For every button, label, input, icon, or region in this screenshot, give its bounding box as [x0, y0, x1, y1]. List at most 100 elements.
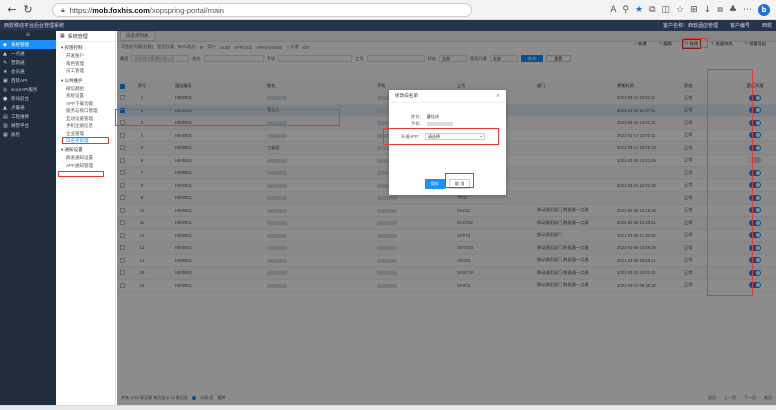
profile-avatar[interactable]: b [758, 4, 770, 16]
app-select[interactable]: 请选择 ▾ [424, 133, 485, 140]
sidebar-item[interactable]: ★ 会员通 [0, 67, 56, 76]
settings-more-icon[interactable]: ⋯ [743, 5, 752, 15]
cancel-button[interactable]: 取 消 [448, 179, 471, 189]
sidebar-item-icon: ▤ [3, 113, 8, 120]
sidebar-item-icon: ▲ [3, 104, 7, 111]
submenu-item[interactable]: APP下载功能 [56, 100, 115, 108]
submenu-group[interactable]: ▾ 公共维护 [56, 75, 115, 85]
translate-icon[interactable]: A [610, 5, 616, 15]
sidebar-item-icon: ▦ [3, 131, 8, 138]
submenu-group[interactable]: ▾ 通知设置 [56, 144, 115, 154]
save-button[interactable]: 保存 [424, 179, 445, 189]
submenu-item[interactable]: 手机注册信息 [56, 122, 115, 130]
sidebar-item-label: 移动前台 [11, 95, 29, 101]
sidebar-item[interactable]: ▲ 点餐通 [0, 103, 56, 112]
dialog-phone-label: 手机： [411, 120, 424, 126]
url-path: /xopspring-portal/main [149, 5, 224, 15]
sidebar-item-label: 营销通 [11, 59, 25, 65]
sidebar-item-label: 会员通 [11, 68, 25, 74]
zoom-icon[interactable]: ⚲ [622, 5, 629, 15]
browser-actions: A ⚲ ★ ⧉ ◫ ☆ ⊞ ↓ ⧇ ♣ ⋯ b [610, 3, 770, 17]
submenu-item[interactable]: 系统设置 [56, 92, 115, 100]
submenu-title: ▦ 系统管理 [56, 31, 115, 42]
submenu: ▦ 系统管理 ▾ 权限控制 开发账户 角色管理 员工管理 ▾ 公共维护 微信群组 系统设置 A… [56, 31, 116, 410]
submenu-item[interactable]: 角色管理 [56, 60, 115, 68]
sidebar-item-label: 西软API [11, 77, 28, 83]
submenu-title-label: 系统管理 [67, 33, 88, 40]
sidebar-item-label: ecoXAPI服务 [11, 86, 38, 92]
sidebar-item[interactable]: ▥ 微赞平台 [0, 121, 56, 130]
submenu-item[interactable]: 员工管理 [56, 67, 115, 75]
app-header: 西软移动平台后台管理系统 客户名称：西软酒店管理 客户编号 西软 [0, 20, 776, 31]
favorite-star-icon[interactable]: ★ [635, 5, 643, 15]
sidebar-item-icon: ● [3, 95, 8, 102]
submenu-item[interactable]: 群发通知设置 [56, 154, 115, 162]
sidebar-item-label: 点餐通 [11, 104, 25, 110]
dialog-phone-row: 手机： [389, 120, 506, 127]
dialog-app-row: 开通APP： 请选择 ▾ [399, 132, 497, 141]
app-title: 西软移动平台后台管理系统 [4, 23, 65, 29]
submenu-item[interactable]: 开发账户 [56, 52, 115, 60]
sidebar-item-icon: ◆ [3, 41, 7, 48]
lock-icon: 🔒︎ [61, 5, 65, 14]
dialog-title: 修改白名单 [389, 90, 506, 103]
header-user-info: 客户名称：西软酒店管理 客户编号 西软 [663, 22, 772, 29]
sidebar-item[interactable]: ▲ 一点通 [0, 49, 56, 58]
browser-toolbar: ← ↻ 🔒︎ https://mob.foxhis.com/xopspring-… [0, 0, 776, 20]
chevron-down-icon: ▾ [479, 134, 482, 139]
games-icon[interactable]: ♣ [729, 5, 737, 15]
submenu-group[interactable]: ▾ 权限控制 [56, 42, 115, 52]
sidebar-item-label: 一点通 [11, 50, 25, 56]
sidebar-item[interactable]: ● 移动前台 [0, 94, 56, 103]
download-icon[interactable]: ↓ [704, 5, 712, 15]
submenu-item[interactable]: 微信群组 [56, 85, 115, 93]
url-prefix: https:// [69, 5, 93, 15]
sidebar-item-label: 工程维修 [11, 113, 29, 119]
submenu-item[interactable]: 企业管理 [56, 130, 115, 138]
sidebar-item-icon: ◎ [3, 86, 8, 93]
split-screen-icon[interactable]: ◫ [662, 5, 671, 15]
sidebar-item[interactable]: ◎ ecoXAPI服务 [0, 85, 56, 94]
dialog-phone-value [426, 121, 453, 126]
edit-whitelist-dialog: 修改白名单 × 姓名： 曹佳庆 手机： 开通APP： 请选择 ▾ 保存 取 消 [389, 90, 506, 195]
sidebar: ≡ ◆ 系统管理 ▲ 一点通 ✎ 营销通 ★ 会员通 ▣ 西软API ◎ ecoXAPI服务 ● 移动前台… [0, 31, 56, 410]
screenshot-icon[interactable]: ⧇ [717, 5, 723, 15]
favorites-icon[interactable]: ☆ [676, 5, 684, 15]
submenu-item[interactable]: 白名单管理 [62, 137, 109, 144]
dialog-name-row: 姓名： 曹佳庆 [389, 113, 506, 120]
sidebar-item-icon: ✎ [3, 59, 8, 66]
sidebar-item[interactable]: ▣ 西软API [0, 76, 56, 85]
dialog-name-label: 姓名： [411, 113, 424, 119]
sidebar-item[interactable]: ◆ 系统管理 [0, 40, 56, 49]
back-icon[interactable]: ← [4, 2, 20, 18]
submenu-item[interactable]: APP通知管理 [56, 162, 115, 170]
sidebar-item-icon: ▥ [3, 122, 8, 129]
extension-icon[interactable]: ⧉ [649, 5, 655, 15]
dialog-app-label: 开通APP： [401, 133, 422, 139]
modal-backdrop[interactable] [117, 31, 776, 410]
grid-icon: ▦ [60, 33, 65, 39]
header-customer-name: 客户名称：西软酒店管理 [662, 23, 718, 29]
sidebar-item-icon: ▣ [3, 77, 8, 84]
sidebar-item[interactable]: ✎ 营销通 [0, 58, 56, 67]
sidebar-item-label: 微赞平台 [11, 122, 29, 128]
sidebar-item[interactable]: ▤ 工程维修 [0, 112, 56, 121]
sidebar-item[interactable]: ▦ 质检 [0, 130, 56, 139]
submenu-item[interactable]: 服务与接口管理 [56, 107, 115, 115]
sidebar-item-icon: ▲ [3, 50, 7, 57]
url-host: mob.foxhis.com [92, 5, 150, 15]
collections-icon[interactable]: ⊞ [690, 5, 698, 15]
sidebar-item-icon: ★ [3, 68, 8, 75]
reload-icon[interactable]: ↻ [20, 2, 36, 18]
address-bar[interactable]: 🔒︎ https://mob.foxhis.com/xopspring-port… [52, 3, 472, 17]
header-customer-id: 客户编号 [729, 23, 750, 29]
dialog-footer: 保存 取 消 [389, 179, 506, 189]
close-icon[interactable]: × [496, 93, 500, 99]
horizontal-scrollbar[interactable] [0, 405, 776, 410]
sidebar-item-label: 质检 [11, 131, 20, 137]
menu-collapse-icon[interactable]: ≡ [0, 31, 56, 40]
app-select-value: 请选择 [427, 133, 440, 139]
submenu-item[interactable]: 互动设备管理 [56, 115, 115, 123]
sidebar-item-label: 系统管理 [11, 41, 29, 47]
header-user[interactable]: 西软 [762, 22, 772, 29]
